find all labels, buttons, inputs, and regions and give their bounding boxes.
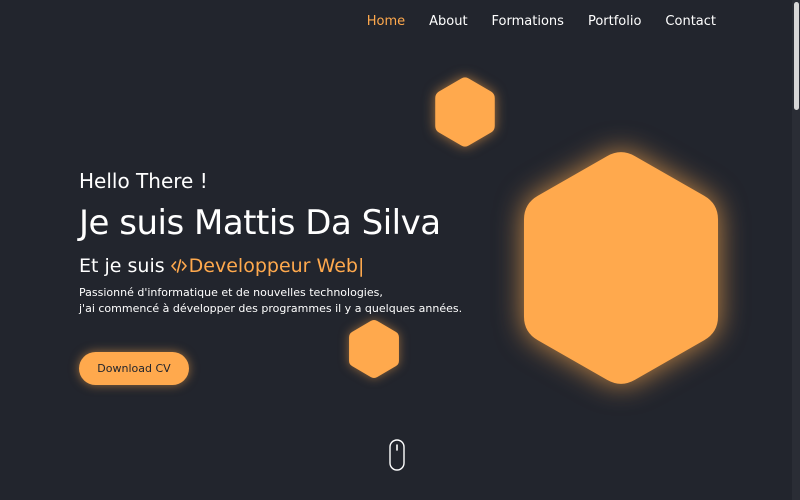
hero-role-prefix: Et je suis xyxy=(79,255,171,277)
hero-role-line: Et je suis Developpeur Web| xyxy=(79,253,519,279)
hexagon-decoration-top xyxy=(435,77,495,147)
hexagon-decoration-large xyxy=(523,152,719,384)
nav-item-about[interactable]: About xyxy=(429,14,467,29)
nav-item-contact[interactable]: Contact xyxy=(665,14,716,29)
download-cv-button[interactable]: Download CV xyxy=(79,352,189,385)
hero-role-text: Developpeur Web| xyxy=(188,255,365,277)
scrollbar-thumb[interactable] xyxy=(794,2,799,110)
nav-item-formations[interactable]: Formations xyxy=(492,14,564,29)
mouse-icon[interactable] xyxy=(389,439,405,471)
hero-description-line-2: j'ai commencé à développer des programme… xyxy=(79,302,463,315)
hero-description-line-1: Passionné d'informatique et de nouvelles… xyxy=(79,286,383,299)
hero-section: Hello There ! Je suis Mattis Da Silva Et… xyxy=(79,165,519,317)
code-icon xyxy=(170,259,187,273)
hero-greeting: Hello There ! xyxy=(79,169,208,193)
hero-name: Je suis Mattis Da Silva xyxy=(79,203,441,243)
nav-item-home[interactable]: Home xyxy=(367,14,405,29)
page-scrollbar[interactable] xyxy=(792,0,800,500)
nav-item-portfolio[interactable]: Portfolio xyxy=(588,14,641,29)
hexagon-decoration-bottom xyxy=(349,320,399,378)
hero-description: Passionné d'informatique et de nouvelles… xyxy=(79,285,519,317)
main-nav: Home About Formations Portfolio Contact xyxy=(367,14,716,29)
hero-role: Developpeur Web| xyxy=(170,255,365,277)
page: Home About Formations Portfolio Contact … xyxy=(0,0,800,500)
